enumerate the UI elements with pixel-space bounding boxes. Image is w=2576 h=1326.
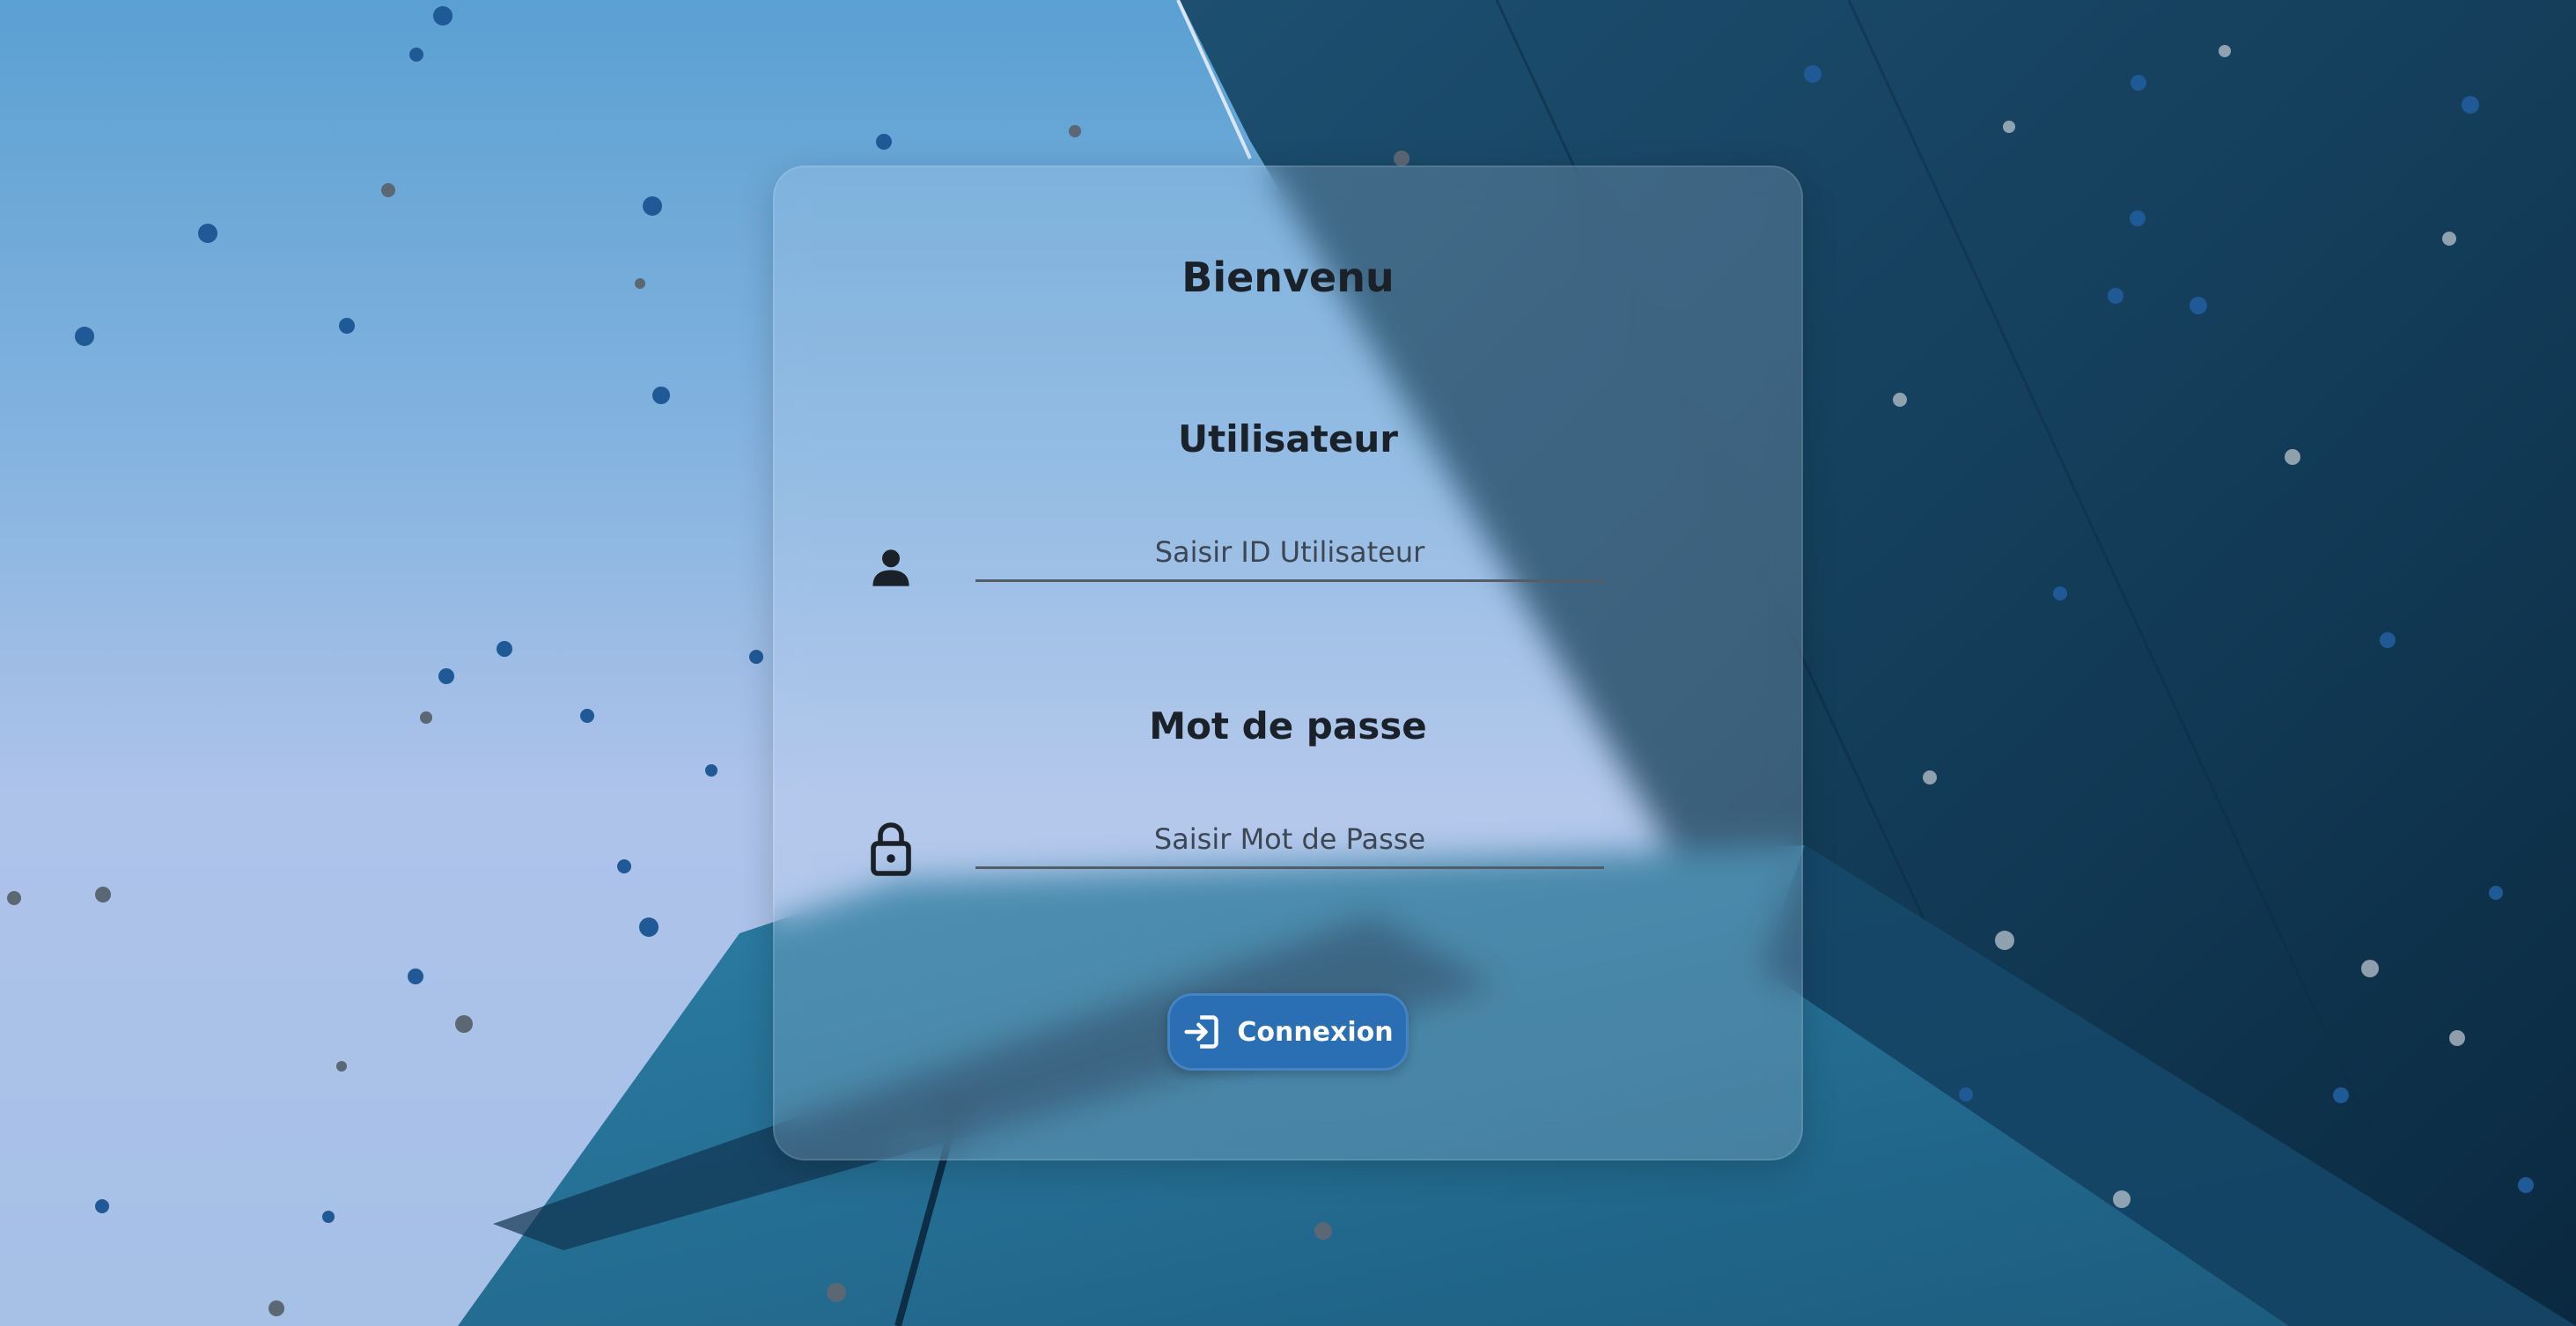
lock-icon <box>871 822 911 876</box>
person-icon <box>872 549 909 586</box>
welcome-title: Bienvenu <box>1181 254 1395 301</box>
login-arrow-icon <box>1184 1015 1219 1049</box>
password-input[interactable] <box>975 812 1604 869</box>
username-input[interactable] <box>975 525 1604 582</box>
login-button-label: Connexion <box>1237 1016 1394 1048</box>
username-label: Utilisateur <box>1178 417 1398 460</box>
login-button[interactable]: Connexion <box>1167 993 1409 1071</box>
password-label: Mot de passe <box>1149 704 1427 748</box>
